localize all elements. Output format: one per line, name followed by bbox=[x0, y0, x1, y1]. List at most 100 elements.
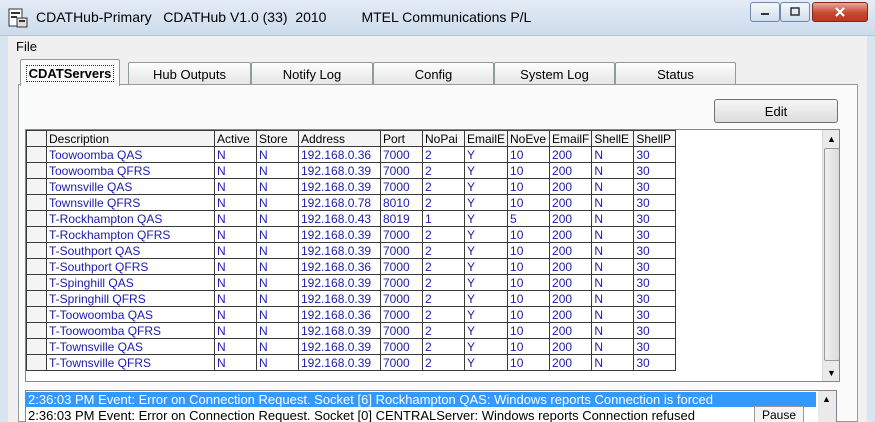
table-row[interactable]: T-Townsville QFRS N N 192.168.0.39 7000 2 Y 10 2… bbox=[26, 354, 677, 371]
table-cell[interactable]: Y bbox=[463, 242, 509, 259]
log-line[interactable]: 2:36:03 PM Event: Error on Connection Re… bbox=[26, 392, 816, 407]
table-cell[interactable]: 10 bbox=[507, 178, 551, 195]
table-cell[interactable]: N bbox=[256, 162, 299, 179]
scroll-up-icon[interactable]: ▲ bbox=[818, 392, 835, 406]
table-cell[interactable]: N bbox=[591, 194, 635, 211]
table-cell[interactable]: N bbox=[591, 258, 635, 275]
row-header[interactable] bbox=[26, 242, 47, 259]
edit-button[interactable]: Edit bbox=[714, 99, 838, 123]
table-cell[interactable]: 200 bbox=[549, 322, 593, 339]
tab-hub-outputs[interactable]: Hub Outputs bbox=[128, 62, 251, 85]
table-cell[interactable]: N bbox=[591, 210, 635, 227]
table-cell[interactable]: N bbox=[214, 162, 257, 179]
table-cell[interactable]: N bbox=[214, 194, 257, 211]
table-cell[interactable]: N bbox=[214, 354, 257, 371]
table-cell[interactable]: 10 bbox=[507, 242, 551, 259]
table-cell[interactable]: 192.168.0.39 bbox=[298, 178, 381, 195]
tab-cdatservers[interactable]: CDATServers bbox=[20, 59, 120, 86]
table-row[interactable]: Toowoomba QAS N N 192.168.0.36 7000 2 Y 10 200 N 3… bbox=[26, 146, 677, 163]
table-row[interactable]: T-Spinghill QAS N N 192.168.0.39 7000 2 Y 10 200… bbox=[26, 274, 677, 291]
table-cell[interactable]: Y bbox=[463, 258, 509, 275]
table-cell[interactable]: 10 bbox=[507, 226, 551, 243]
table-cell[interactable]: 30 bbox=[633, 162, 677, 179]
table-cell[interactable]: N bbox=[256, 210, 299, 227]
event-log[interactable]: 2:36:03 PM Event: Error on Connection Re… bbox=[25, 390, 837, 422]
table-cell[interactable]: 192.168.0.39 bbox=[298, 338, 381, 355]
table-cell[interactable]: T-Springhill QFRS bbox=[46, 290, 215, 307]
row-header[interactable] bbox=[26, 306, 47, 323]
table-cell[interactable]: 10 bbox=[507, 306, 551, 323]
table-cell[interactable]: Y bbox=[463, 354, 509, 371]
column-header[interactable]: NoPai bbox=[422, 130, 465, 147]
table-cell[interactable]: 2 bbox=[422, 354, 465, 371]
table-cell[interactable]: 2 bbox=[422, 242, 465, 259]
table-row[interactable]: Townsville QAS N N 192.168.0.39 7000 2 Y 10 200 N… bbox=[26, 178, 677, 195]
row-header[interactable] bbox=[26, 194, 47, 211]
table-cell[interactable]: 10 bbox=[507, 274, 551, 291]
menu-file[interactable]: File bbox=[16, 39, 37, 54]
table-cell[interactable]: 2 bbox=[422, 146, 465, 163]
column-header[interactable]: EmailF bbox=[549, 130, 593, 147]
table-cell[interactable]: 7000 bbox=[380, 306, 423, 323]
table-cell[interactable]: N bbox=[214, 226, 257, 243]
log-line[interactable]: 2:36:03 PM Event: Error on Connection Re… bbox=[26, 408, 816, 422]
minimize-button[interactable] bbox=[750, 2, 780, 22]
table-cell[interactable]: 200 bbox=[549, 274, 593, 291]
table-cell[interactable]: 2 bbox=[422, 226, 465, 243]
table-cell[interactable]: N bbox=[214, 146, 257, 163]
table-cell[interactable]: N bbox=[256, 194, 299, 211]
table-row[interactable]: Townsville QFRS N N 192.168.0.78 8010 2 Y 10 200… bbox=[26, 194, 677, 211]
table-cell[interactable]: T-Toowoomba QAS bbox=[46, 306, 215, 323]
table-cell[interactable]: 30 bbox=[633, 178, 677, 195]
table-cell[interactable]: Townsville QFRS bbox=[46, 194, 215, 211]
table-cell[interactable]: 200 bbox=[549, 354, 593, 371]
table-cell[interactable]: Y bbox=[463, 306, 509, 323]
table-cell[interactable]: 10 bbox=[507, 338, 551, 355]
table-cell[interactable]: 8019 bbox=[380, 210, 423, 227]
table-cell[interactable]: N bbox=[214, 290, 257, 307]
table-cell[interactable]: 30 bbox=[633, 322, 677, 339]
table-cell[interactable]: 192.168.0.39 bbox=[298, 242, 381, 259]
table-cell[interactable]: 192.168.0.39 bbox=[298, 274, 381, 291]
column-header[interactable]: Address bbox=[298, 130, 381, 147]
table-cell[interactable]: Toowoomba QAS bbox=[46, 146, 215, 163]
table-row[interactable]: T-Toowoomba QAS N N 192.168.0.36 7000 2 Y 10 200… bbox=[26, 306, 677, 323]
table-cell[interactable]: 30 bbox=[633, 210, 677, 227]
maximize-button[interactable] bbox=[780, 2, 810, 22]
table-cell[interactable]: 5 bbox=[507, 210, 551, 227]
table-cell[interactable]: 30 bbox=[633, 306, 677, 323]
pause-button[interactable]: Pause bbox=[754, 406, 804, 422]
row-header[interactable] bbox=[26, 146, 47, 163]
table-cell[interactable]: T-Townsville QAS bbox=[46, 338, 215, 355]
table-cell[interactable]: N bbox=[214, 242, 257, 259]
table-cell[interactable]: 200 bbox=[549, 162, 593, 179]
table-row[interactable]: T-Rockhampton QAS N N 192.168.0.43 8019 1 Y 5 20… bbox=[26, 210, 677, 227]
table-cell[interactable]: 2 bbox=[422, 194, 465, 211]
table-cell[interactable]: Y bbox=[463, 290, 509, 307]
table-cell[interactable]: Y bbox=[463, 146, 509, 163]
table-cell[interactable]: T-Southport QFRS bbox=[46, 258, 215, 275]
row-header[interactable] bbox=[26, 354, 47, 371]
tab-status[interactable]: Status bbox=[615, 62, 736, 85]
table-cell[interactable]: N bbox=[256, 354, 299, 371]
tab-system-log[interactable]: System Log bbox=[494, 62, 615, 85]
table-cell[interactable]: 30 bbox=[633, 242, 677, 259]
table-cell[interactable]: 10 bbox=[507, 354, 551, 371]
table-cell[interactable]: N bbox=[256, 322, 299, 339]
table-cell[interactable]: N bbox=[591, 242, 635, 259]
row-header[interactable] bbox=[26, 178, 47, 195]
table-cell[interactable]: 7000 bbox=[380, 146, 423, 163]
table-cell[interactable]: 10 bbox=[507, 146, 551, 163]
table-cell[interactable]: Y bbox=[463, 338, 509, 355]
table-cell[interactable]: Townsville QAS bbox=[46, 178, 215, 195]
tab-notify-log[interactable]: Notify Log bbox=[251, 62, 373, 85]
table-cell[interactable]: N bbox=[214, 178, 257, 195]
table-cell[interactable]: N bbox=[214, 322, 257, 339]
column-header[interactable]: NoEve bbox=[507, 130, 551, 147]
servers-grid[interactable]: Description Active Store Address Port NoPai Em… bbox=[25, 129, 840, 382]
table-cell[interactable]: 10 bbox=[507, 258, 551, 275]
row-header[interactable] bbox=[26, 322, 47, 339]
table-cell[interactable]: N bbox=[214, 306, 257, 323]
table-row[interactable]: T-Springhill QFRS N N 192.168.0.39 7000 2 Y 10 2… bbox=[26, 290, 677, 307]
table-cell[interactable]: N bbox=[256, 178, 299, 195]
